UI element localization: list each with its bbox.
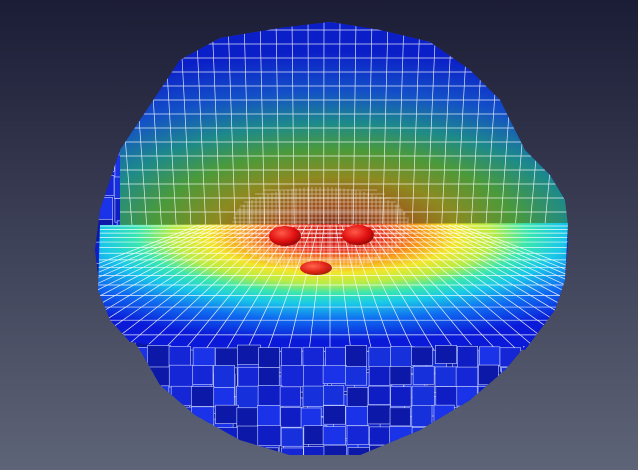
floor-cut-plane: [98, 223, 568, 358]
back-cut-plane: [120, 22, 568, 228]
voxel-mesh-render[interactable]: [0, 0, 638, 470]
marker-bottom[interactable]: [300, 261, 332, 275]
3d-viewport[interactable]: [0, 0, 638, 470]
marker-left[interactable]: [269, 226, 301, 246]
marker-right[interactable]: [342, 225, 374, 245]
